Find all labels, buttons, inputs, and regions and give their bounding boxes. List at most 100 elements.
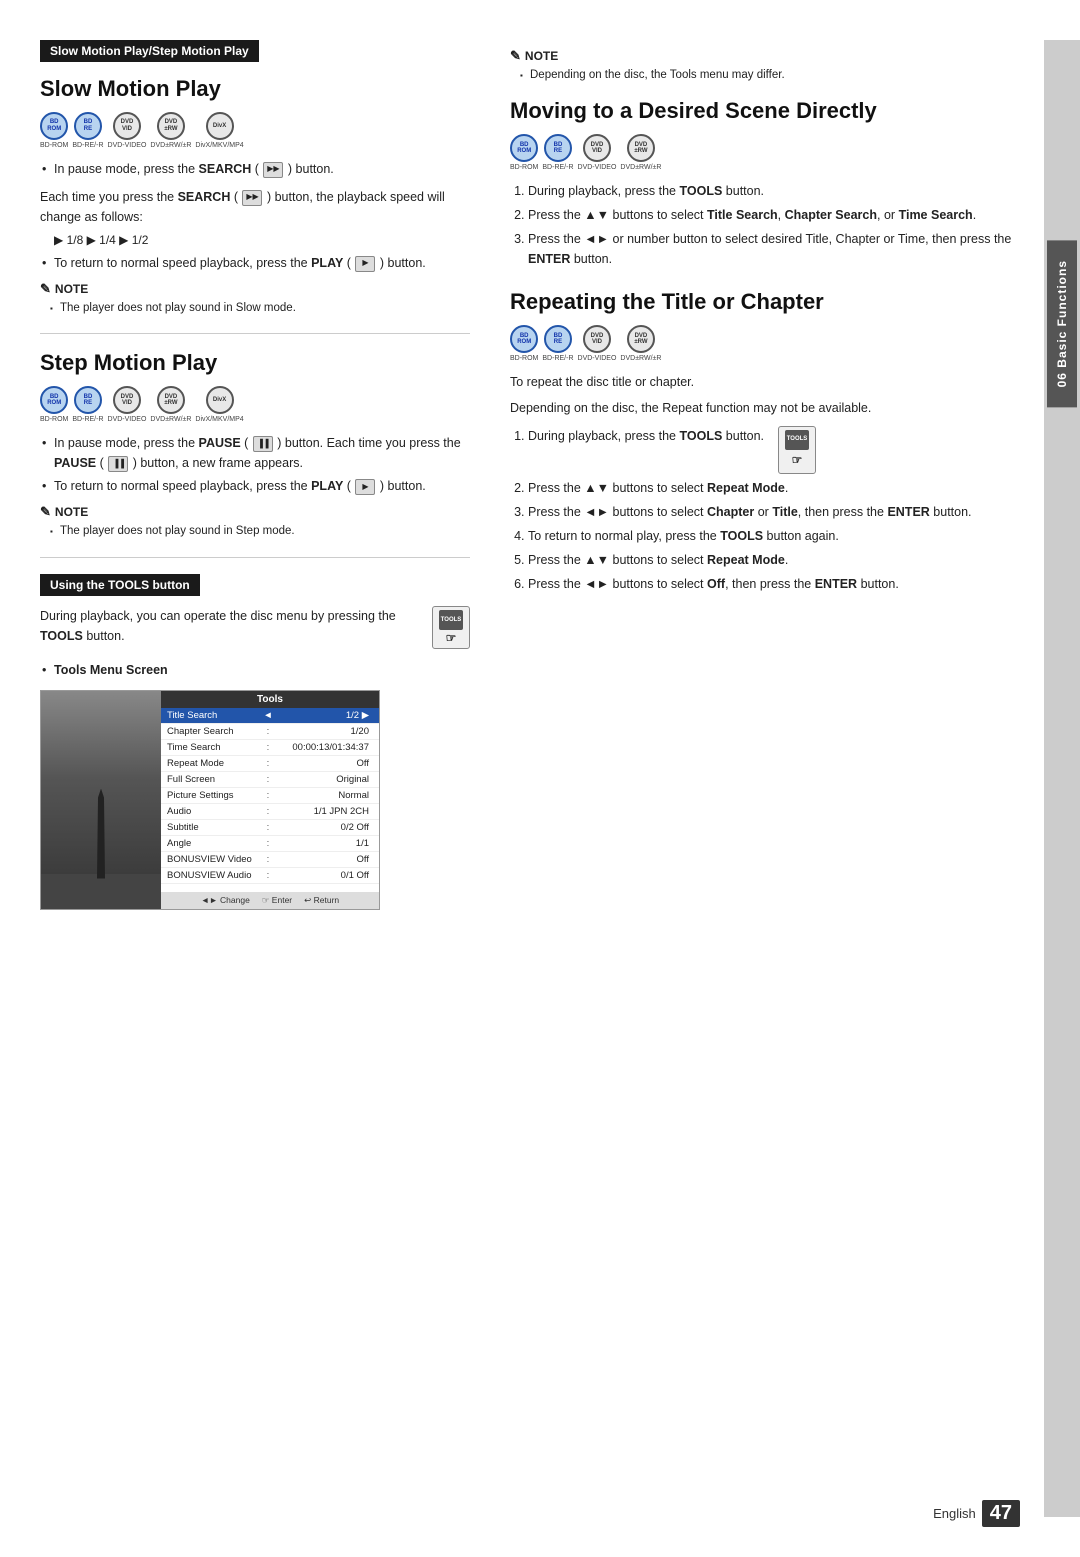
repeating-disc-icons: BDROM BD-ROM BDRE BD-RE/-R DVDVID DVD-VI… xyxy=(510,325,1024,362)
right-column: ✎ NOTE Depending on the disc, the Tools … xyxy=(500,40,1044,1517)
tools-menu-mockup: Tools Title Search ◄ 1/2 ▶ Chapter Searc… xyxy=(40,690,380,910)
footer-enter: ☞ Enter xyxy=(262,895,292,906)
slow-note-label: NOTE xyxy=(55,282,88,296)
pause-btn-icon: ▐▐ xyxy=(253,436,273,452)
tools-menu-row-picture: Picture Settings : Normal xyxy=(161,788,379,804)
step-motion-bullets: In pause mode, press the PAUSE ( ▐▐ ) bu… xyxy=(40,433,470,496)
moving-disc-dvdvideo: DVDVID DVD-VIDEO xyxy=(578,134,617,171)
slow-bullet-2: To return to normal speed playback, pres… xyxy=(40,253,470,273)
slow-motion-title: Slow Motion Play xyxy=(40,76,470,102)
slow-motion-bullets-2: To return to normal speed playback, pres… xyxy=(40,253,470,273)
slow-note-list: The player does not play sound in Slow m… xyxy=(40,300,470,317)
slow-step-header-bar: Slow Motion Play/Step Motion Play xyxy=(40,40,259,62)
right-note-label: NOTE xyxy=(525,49,558,63)
tools-menu-screen-bullet: Tools Menu Screen xyxy=(40,660,470,680)
moving-disc-bdrom: BDROM BD-ROM xyxy=(510,134,538,171)
page-number: 47 xyxy=(982,1500,1020,1527)
repeating-step-1: During playback, press the TOOLS button.… xyxy=(528,426,1024,474)
slow-motion-section: Slow Motion Play BDROM BD-ROM BDRE BD-RE… xyxy=(40,76,470,317)
tools-icon-box: TOOLS xyxy=(439,610,463,630)
moving-title: Moving to a Desired Scene Directly xyxy=(510,98,1024,124)
moving-step-1: During playback, press the TOOLS button. xyxy=(528,181,1024,201)
note-pencil-icon: ✎ xyxy=(40,281,51,297)
slow-motion-note: ✎ NOTE The player does not play sound in… xyxy=(40,281,470,317)
slow-note-item: The player does not play sound in Slow m… xyxy=(50,300,470,317)
photo-tower xyxy=(91,789,111,879)
tools-button-widget: TOOLS ☞ xyxy=(432,606,470,649)
page-language: English xyxy=(933,1506,976,1521)
tools-menu-row-bonusview-video: BONUSVIEW Video : Off xyxy=(161,852,379,868)
speed-sequence: ▶ 1/8 ▶ 1/4 ▶ 1/2 xyxy=(54,233,470,247)
repeating-disc-dvdpm: DVD±RW DVD±RW/±R xyxy=(620,325,661,362)
repeating-step-5: Press the ▲▼ buttons to select Repeat Mo… xyxy=(528,550,1024,570)
step-disc-bdrer: BDRE BD-RE/-R xyxy=(72,386,103,423)
step-note-pencil-icon: ✎ xyxy=(40,504,51,520)
tools-header-bar: Using the TOOLS button xyxy=(40,574,200,596)
step-disc-dvdvideo: DVDVID DVD-VIDEO xyxy=(108,386,147,423)
using-tools-section: Using the TOOLS button During playback, … xyxy=(40,574,470,910)
moving-step-2: Press the ▲▼ buttons to select Title Sea… xyxy=(528,205,1024,225)
right-note-pencil-icon: ✎ xyxy=(510,48,521,64)
repeating-tools-hand-icon: ☞ xyxy=(792,451,803,470)
repeating-disc-bdrom: BDROM BD-ROM xyxy=(510,325,538,362)
search-btn-icon: ▶▶ xyxy=(263,162,283,178)
tools-menu-screen-label: Tools Menu Screen xyxy=(54,663,168,677)
footer-return: ↩ Return xyxy=(304,895,339,906)
repeating-step-4: To return to normal play, press the TOOL… xyxy=(528,526,1024,546)
tools-menu-row-repeat: Repeat Mode : Off xyxy=(161,756,379,772)
slow-step-header-text: Slow Motion Play/Step Motion Play xyxy=(50,44,249,58)
step-note-header: ✎ NOTE xyxy=(40,504,470,520)
right-top-note: ✎ NOTE Depending on the disc, the Tools … xyxy=(510,48,1024,84)
disc-icon-dvdpm: DVD±RW DVD±RW/±R xyxy=(150,112,191,149)
search-btn-icon-2: ▶▶ xyxy=(242,190,262,206)
repeating-intro1: To repeat the disc title or chapter. xyxy=(510,372,1024,392)
moving-steps: During playback, press the TOOLS button.… xyxy=(510,181,1024,269)
step-disc-bdrom: BDROM BD-ROM xyxy=(40,386,68,423)
right-note-list: Depending on the disc, the Tools menu ma… xyxy=(510,67,1024,84)
slow-each-time: Each time you press the SEARCH ( ▶▶ ) bu… xyxy=(40,187,470,227)
tools-menu-footer: ◄► Change ☞ Enter ↩ Return xyxy=(161,892,379,909)
tools-menu-photo xyxy=(41,691,161,909)
pause-btn-icon-2: ▐▐ xyxy=(108,456,128,472)
moving-section: Moving to a Desired Scene Directly BDROM… xyxy=(510,98,1024,269)
disc-icon-bdrer: BDRE BD-RE/-R xyxy=(72,112,103,149)
repeating-step-6: Press the ◄► buttons to select Off, then… xyxy=(528,574,1024,594)
left-column: Slow Motion Play/Step Motion Play Slow M… xyxy=(40,40,500,1517)
tools-desc-row: During playback, you can operate the dis… xyxy=(40,606,470,652)
photo-ground xyxy=(41,874,161,909)
repeating-intro2: Depending on the disc, the Repeat functi… xyxy=(510,398,1024,418)
tools-menu-row-subtitle: Subtitle : 0/2 Off xyxy=(161,820,379,836)
tools-menu-row-time-search: Time Search : 00:00:13/01:34:37 xyxy=(161,740,379,756)
moving-disc-icons: BDROM BD-ROM BDRE BD-RE/-R DVDVID DVD-VI… xyxy=(510,134,1024,171)
tools-desc: During playback, you can operate the dis… xyxy=(40,606,418,646)
repeating-tools-icon-box: TOOLS xyxy=(785,430,809,450)
tools-menu-screen-item: Tools Menu Screen xyxy=(40,660,470,680)
disc-icon-bdrom: BDROM BD-ROM xyxy=(40,112,68,149)
repeating-step-2: Press the ▲▼ buttons to select Repeat Mo… xyxy=(528,478,1024,498)
step-note-label: NOTE xyxy=(55,505,88,519)
step-disc-divx: DivX DivX/MKV/MP4 xyxy=(195,386,243,423)
disc-icon-divx: DivX DivX/MKV/MP4 xyxy=(195,112,243,149)
step-motion-title: Step Motion Play xyxy=(40,350,470,376)
photo-silhouette xyxy=(41,691,161,909)
step-disc-dvdpm: DVD±RW DVD±RW/±R xyxy=(150,386,191,423)
step-note-list: The player does not play sound in Step m… xyxy=(40,523,470,540)
step-motion-disc-icons: BDROM BD-ROM BDRE BD-RE/-R DVDVID DVD-VI… xyxy=(40,386,470,423)
slow-note-header: ✎ NOTE xyxy=(40,281,470,297)
step1-row: During playback, press the TOOLS button.… xyxy=(528,426,1024,474)
moving-disc-dvdpm: DVD±RW DVD±RW/±R xyxy=(620,134,661,171)
repeating-title: Repeating the Title or Chapter xyxy=(510,289,1024,315)
step-bullet-1: In pause mode, press the PAUSE ( ▐▐ ) bu… xyxy=(40,433,470,473)
tools-menu-row-angle: Angle : 1/1 xyxy=(161,836,379,852)
tools-header-text: Using the TOOLS button xyxy=(50,578,190,592)
repeating-disc-dvdvideo: DVDVID DVD-VIDEO xyxy=(578,325,617,362)
tools-menu-row-chapter-search: Chapter Search : 1/20 xyxy=(161,724,379,740)
moving-disc-bdrer: BDRE BD-RE/-R xyxy=(542,134,573,171)
slow-motion-disc-icons: BDROM BD-ROM BDRE BD-RE/-R DVDVID DVD-VI… xyxy=(40,112,470,149)
page-number-area: English 47 xyxy=(933,1500,1020,1527)
step-motion-note: ✎ NOTE The player does not play sound in… xyxy=(40,504,470,540)
play-btn-icon: ▶ xyxy=(355,256,375,272)
moving-step-3: Press the ◄► or number button to select … xyxy=(528,229,1024,269)
tools-menu-row-bonusview-audio: BONUSVIEW Audio : 0/1 Off xyxy=(161,868,379,884)
repeating-section: Repeating the Title or Chapter BDROM BD-… xyxy=(510,289,1024,594)
